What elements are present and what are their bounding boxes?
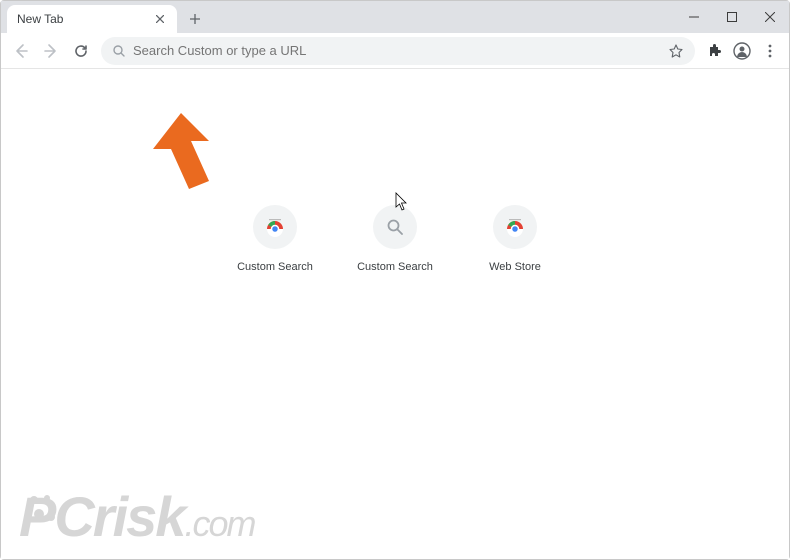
- shortcut-custom-search-1[interactable]: Custom Search: [237, 205, 313, 273]
- menu-button[interactable]: [757, 38, 783, 64]
- browser-window: New Tab: [0, 0, 790, 560]
- reload-icon: [73, 43, 89, 59]
- kebab-icon: [768, 44, 772, 58]
- toolbar-right: [701, 38, 783, 64]
- shortcuts-grid: Custom Search Custom Search: [237, 205, 553, 273]
- forward-arrow-icon: [43, 43, 59, 59]
- shortcut-bubble: [493, 205, 537, 249]
- watermark-dots-icon: [29, 494, 55, 524]
- page-content: Custom Search Custom Search: [1, 69, 789, 559]
- annotation-arrow-icon: [151, 111, 231, 191]
- forward-button[interactable]: [37, 37, 65, 65]
- chrome-icon: [264, 216, 286, 238]
- star-icon: [669, 44, 683, 58]
- bookmark-button[interactable]: [669, 44, 683, 58]
- search-icon: [387, 219, 403, 235]
- reload-button[interactable]: [67, 37, 95, 65]
- back-button[interactable]: [7, 37, 35, 65]
- watermark-tld: .com: [184, 503, 254, 544]
- search-icon: [113, 45, 125, 57]
- profile-button[interactable]: [729, 38, 755, 64]
- address-input[interactable]: [133, 43, 663, 58]
- close-icon: [156, 15, 164, 23]
- watermark: PC risk.com: [19, 484, 254, 549]
- shortcut-bubble: [253, 205, 297, 249]
- titlebar: New Tab: [1, 1, 789, 33]
- window-controls: [675, 1, 789, 33]
- tab-active[interactable]: New Tab: [7, 5, 177, 33]
- account-icon: [733, 42, 751, 60]
- puzzle-icon: [707, 44, 721, 58]
- window-close-button[interactable]: [751, 1, 789, 33]
- new-tab-button[interactable]: [183, 7, 207, 31]
- extensions-button[interactable]: [701, 38, 727, 64]
- shortcut-label: Custom Search: [357, 261, 433, 273]
- shortcut-label: Custom Search: [237, 261, 313, 273]
- chrome-icon: [504, 216, 526, 238]
- shortcut-bubble: [373, 205, 417, 249]
- maximize-icon: [727, 12, 737, 22]
- minimize-icon: [689, 12, 699, 22]
- close-icon: [765, 12, 775, 22]
- shortcut-label: Web Store: [489, 261, 541, 273]
- back-arrow-icon: [13, 43, 29, 59]
- shortcut-custom-search-2[interactable]: Custom Search: [357, 205, 433, 273]
- shortcut-web-store[interactable]: Web Store: [477, 205, 553, 273]
- tab-title: New Tab: [17, 12, 63, 26]
- tab-close-button[interactable]: [153, 12, 167, 26]
- address-bar[interactable]: [101, 37, 695, 65]
- toolbar: [1, 33, 789, 69]
- watermark-suffix: risk: [93, 485, 185, 548]
- plus-icon: [190, 14, 200, 24]
- window-minimize-button[interactable]: [675, 1, 713, 33]
- window-maximize-button[interactable]: [713, 1, 751, 33]
- watermark-prefix: PC: [19, 484, 93, 549]
